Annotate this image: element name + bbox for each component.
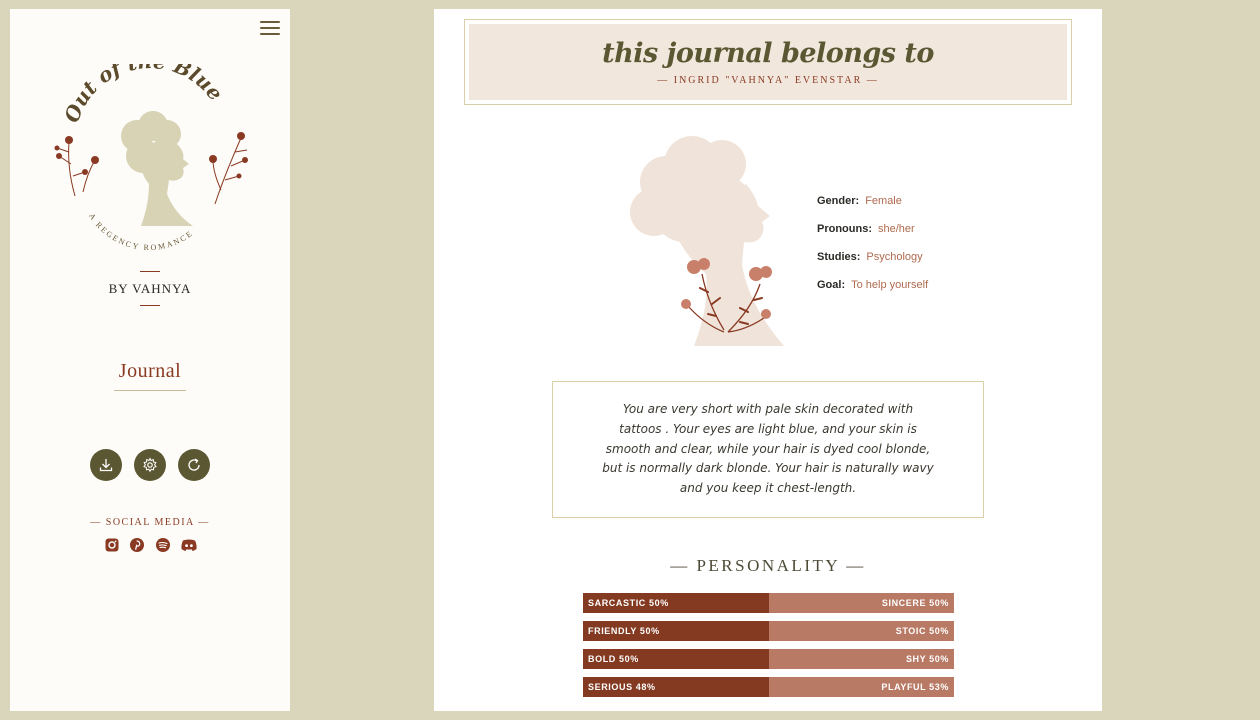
stat-goal: Goal: To help yourself xyxy=(817,279,929,291)
portrait-silhouette-icon xyxy=(630,136,784,346)
social-links xyxy=(104,537,197,553)
author-byline: BY VAHNYA xyxy=(108,281,192,296)
settings-button[interactable] xyxy=(134,449,166,481)
flower-right-icon xyxy=(209,132,248,205)
nav-journal-link[interactable]: Journal xyxy=(10,360,290,383)
personality-bars: SARCASTIC 50% SINCERE 50% FRIENDLY 50% S… xyxy=(583,593,954,705)
settings-icon xyxy=(143,457,157,473)
discord-icon[interactable] xyxy=(180,537,197,553)
instagram-icon[interactable] xyxy=(104,537,120,553)
journal-panel: this journal belongs to — INGRID "VAHNYA… xyxy=(434,9,1102,711)
refresh-button[interactable] xyxy=(178,449,210,481)
pinterest-icon[interactable] xyxy=(129,537,145,553)
appearance-description: You are very short with pale skin decora… xyxy=(552,381,984,518)
download-button[interactable] xyxy=(90,449,122,481)
trait-bar: SERIOUS 48% PLAYFUL 53% xyxy=(583,677,954,697)
trait-bar: FRIENDLY 50% STOIC 50% xyxy=(583,621,954,641)
social-media-heading: — SOCIAL MEDIA — xyxy=(90,517,210,528)
action-buttons xyxy=(90,449,210,481)
divider xyxy=(140,305,160,306)
personality-heading: — PERSONALITY — xyxy=(670,556,866,575)
trait-bar: BOLD 50% SHY 50% xyxy=(583,649,954,669)
flower-left-icon xyxy=(54,136,99,197)
logo: Out of the Blue xyxy=(54,64,248,252)
download-icon xyxy=(99,459,113,472)
spotify-icon[interactable] xyxy=(155,537,171,553)
owner-name: — INGRID "VAHNYA" EVENSTAR — xyxy=(657,75,879,86)
hamburger-menu-icon[interactable] xyxy=(260,21,280,37)
journal-title: this journal belongs to xyxy=(602,38,934,69)
stat-pronouns: Pronouns: she/her xyxy=(817,223,915,235)
divider xyxy=(140,271,160,272)
journal-header: this journal belongs to — INGRID "VAHNYA… xyxy=(464,19,1072,105)
trait-bar: SARCASTIC 50% SINCERE 50% xyxy=(583,593,954,613)
refresh-icon xyxy=(188,458,200,471)
stat-gender: Gender: Female xyxy=(817,195,902,207)
divider xyxy=(114,390,186,391)
stat-studies: Studies: Psychology xyxy=(817,251,923,263)
woman-silhouette-icon xyxy=(121,111,193,226)
profile-stats: Gender: Female Pronouns: she/her Studies: P… xyxy=(817,192,1017,304)
sidebar: Out of the Blue xyxy=(10,9,290,711)
